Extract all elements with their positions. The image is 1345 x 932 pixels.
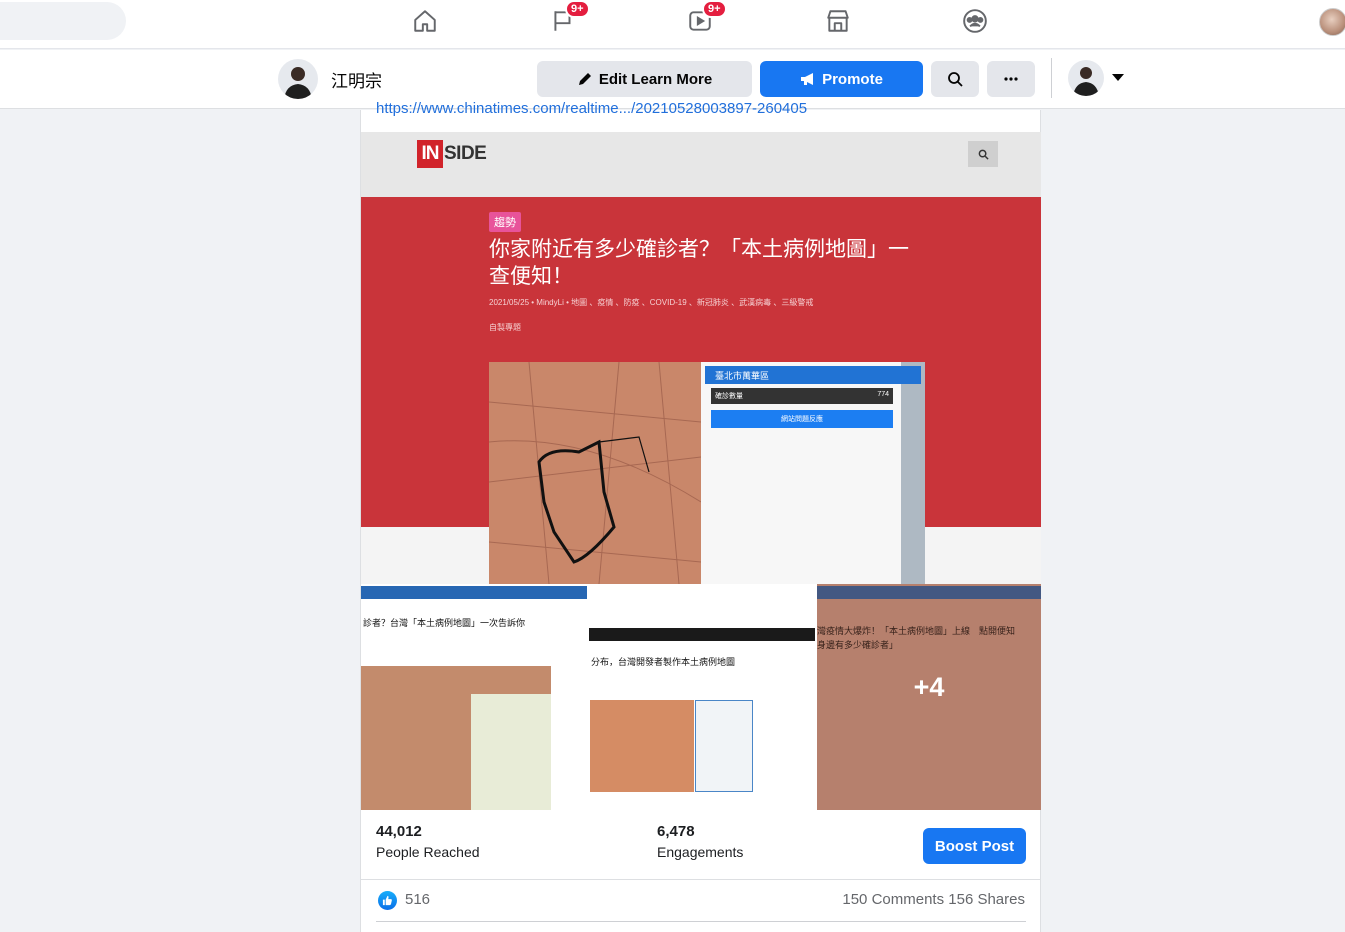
pencil-icon bbox=[578, 73, 591, 85]
more-icon bbox=[1004, 77, 1018, 81]
page-avatar[interactable] bbox=[278, 59, 318, 99]
site-header: IN SIDE bbox=[361, 132, 1041, 197]
chevron-down-icon[interactable] bbox=[1112, 74, 1124, 81]
map-area bbox=[471, 694, 551, 810]
more-options-button[interactable] bbox=[987, 61, 1035, 97]
divider bbox=[376, 921, 1026, 922]
edit-button-label: Edit Learn More bbox=[598, 70, 713, 88]
shares-count[interactable]: 156 Shares bbox=[948, 891, 1025, 908]
map-stat-label: 確診數量 bbox=[715, 393, 743, 400]
site-nav-strip bbox=[361, 586, 587, 599]
thumbnail-headline: 診者？台灣「本土病例地圖」一次告訴你 bbox=[363, 618, 526, 628]
people-reached-value: 44,012 bbox=[376, 823, 422, 840]
edit-learn-more-button[interactable]: Edit Learn More bbox=[537, 61, 752, 97]
groups-icon[interactable] bbox=[958, 4, 992, 38]
comments-count[interactable]: 150 Comments bbox=[842, 891, 944, 908]
marketplace-icon[interactable] bbox=[821, 4, 855, 38]
map-info-panel bbox=[695, 700, 753, 792]
search-icon bbox=[968, 141, 998, 167]
article-tag: 趨勢 bbox=[489, 212, 521, 232]
search-icon bbox=[948, 72, 963, 87]
acting-as-avatar[interactable] bbox=[1068, 60, 1104, 96]
map-toolbar bbox=[901, 362, 925, 584]
notification-badge: 9+ bbox=[565, 0, 590, 18]
map-stat-value: 774 bbox=[877, 391, 889, 398]
top-navigation-bar: 9+ 9+ bbox=[0, 0, 1345, 49]
post-card: https://www.chinatimes.com/realtime.../2… bbox=[360, 100, 1041, 932]
promote-button[interactable]: Promote bbox=[760, 61, 923, 97]
boost-post-button[interactable]: Boost Post bbox=[923, 828, 1026, 864]
like-count[interactable]: 516 bbox=[405, 891, 430, 908]
flag-icon[interactable]: 9+ bbox=[546, 0, 590, 38]
engagements-label: Engagements bbox=[657, 844, 744, 860]
article-meta: 2021/05/25 • MindyLi • 地圖 、疫情 、防疫 、COVID… bbox=[489, 298, 814, 307]
post-insights: 44,012 People Reached 6,478 Engagements … bbox=[361, 810, 1041, 880]
map-stat-row: 確診數量 774 bbox=[711, 388, 893, 404]
comments-shares-counts: 150 Comments 156 Shares bbox=[842, 891, 1025, 908]
map-area bbox=[489, 362, 702, 584]
promote-button-label: Promote bbox=[822, 70, 883, 88]
site-logo: IN bbox=[417, 140, 443, 168]
thumbnail-headline: 分布，台灣開發者製作本土病例地圖 bbox=[591, 657, 736, 667]
home-icon[interactable] bbox=[408, 4, 442, 38]
post-image-thumbnail[interactable]: 診者？台灣「本土病例地圖」一次告訴你 bbox=[361, 584, 587, 810]
page-name[interactable]: 江明宗 bbox=[331, 67, 382, 92]
reactions-row: 516 150 Comments 156 Shares bbox=[361, 880, 1041, 924]
more-photos-count[interactable]: +4 bbox=[817, 672, 1041, 703]
post-image-thumbnail[interactable]: 灣疫情大爆炸！「本土病例地圖」上線 點開便知 身邊有多少確診者」 +4 bbox=[817, 584, 1041, 810]
post-hero-image[interactable]: IN SIDE 趨勢 你家附近有多少確診者？「本土病例地圖」一查便知！ 2021… bbox=[361, 132, 1041, 584]
map-area bbox=[590, 700, 694, 792]
map-feedback-button: 網站問題反應 bbox=[711, 410, 893, 428]
map-panel-title: 臺北市萬華區 bbox=[705, 366, 921, 384]
article-title: 你家附近有多少確診者？「本土病例地圖」一查便知！ bbox=[489, 238, 909, 288]
video-icon[interactable]: 9+ bbox=[683, 0, 727, 38]
site-logo-text: SIDE bbox=[444, 143, 487, 164]
divider bbox=[1051, 58, 1052, 98]
account-avatar[interactable] bbox=[1319, 8, 1345, 36]
like-reaction-icon[interactable] bbox=[378, 891, 397, 910]
post-link[interactable]: https://www.chinatimes.com/realtime.../2… bbox=[376, 100, 1026, 118]
megaphone-icon bbox=[801, 73, 814, 85]
map-screenshot: 臺北市萬華區 確診數量 774 網站問題反應 bbox=[489, 362, 925, 584]
notification-badge: 9+ bbox=[702, 0, 727, 18]
engagements-value: 6,478 bbox=[657, 823, 695, 840]
article-subtitle: 自製專題 bbox=[489, 323, 521, 332]
post-image-thumbnail[interactable]: 分布，台灣開發者製作本土病例地圖 bbox=[589, 584, 815, 810]
people-reached-label: People Reached bbox=[376, 844, 480, 860]
search-input[interactable] bbox=[0, 2, 126, 40]
search-button[interactable] bbox=[931, 61, 979, 97]
site-nav-strip bbox=[589, 628, 815, 641]
